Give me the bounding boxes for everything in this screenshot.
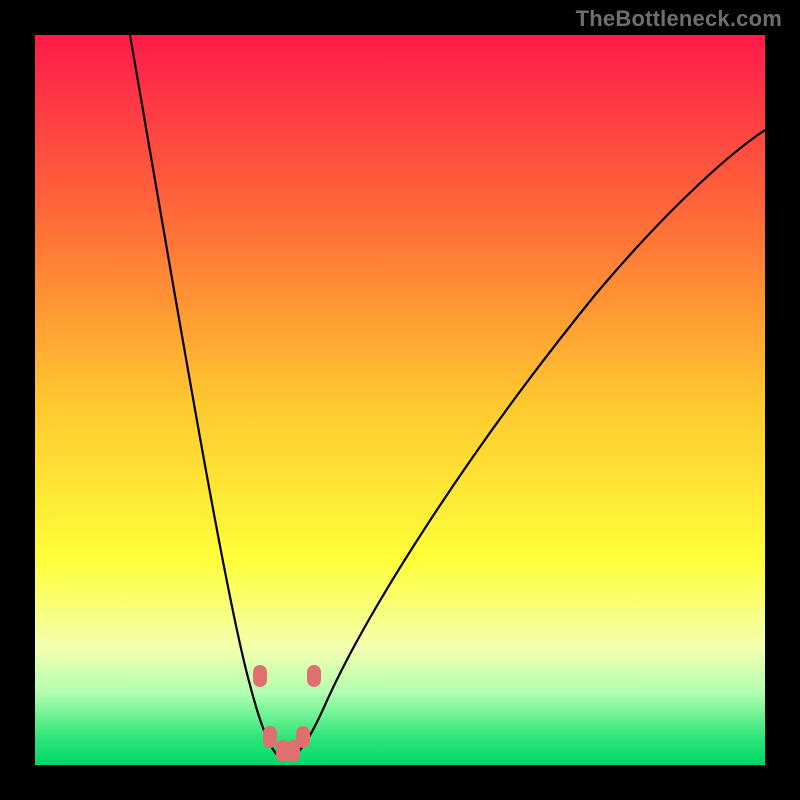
threshold-marker <box>286 740 300 762</box>
plot-area <box>35 35 765 765</box>
watermark-text: TheBottleneck.com <box>576 6 782 32</box>
chart-frame: TheBottleneck.com <box>0 0 800 800</box>
threshold-marker <box>263 726 277 748</box>
threshold-marker <box>253 665 267 687</box>
threshold-marker <box>307 665 321 687</box>
bottleneck-curve <box>35 35 765 765</box>
